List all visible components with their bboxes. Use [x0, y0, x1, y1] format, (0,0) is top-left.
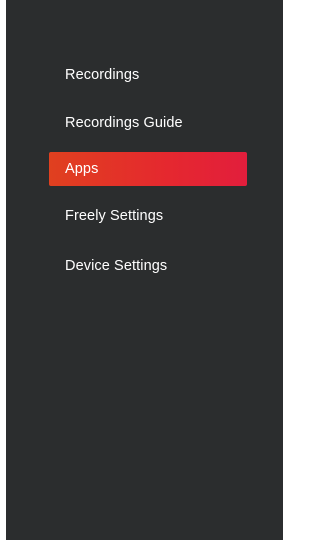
menu-item-label: Device Settings: [65, 258, 168, 274]
menu-item-recordings[interactable]: Recordings: [49, 58, 247, 92]
side-menu: Recordings Recordings Guide Apps Freely …: [6, 0, 283, 540]
menu-item-freely-settings[interactable]: Freely Settings: [49, 199, 247, 233]
menu-item-label: Freely Settings: [65, 208, 164, 224]
menu-item-label: Recordings Guide: [65, 115, 183, 131]
side-menu-panel: Recordings Recordings Guide Apps Freely …: [6, 0, 283, 540]
menu-item-label: Apps: [65, 161, 99, 177]
menu-item-recordings-guide[interactable]: Recordings Guide: [49, 106, 247, 140]
menu-item-device-settings[interactable]: Device Settings: [49, 249, 247, 283]
menu-item-apps[interactable]: Apps: [49, 152, 247, 186]
menu-item-label: Recordings: [65, 67, 140, 83]
